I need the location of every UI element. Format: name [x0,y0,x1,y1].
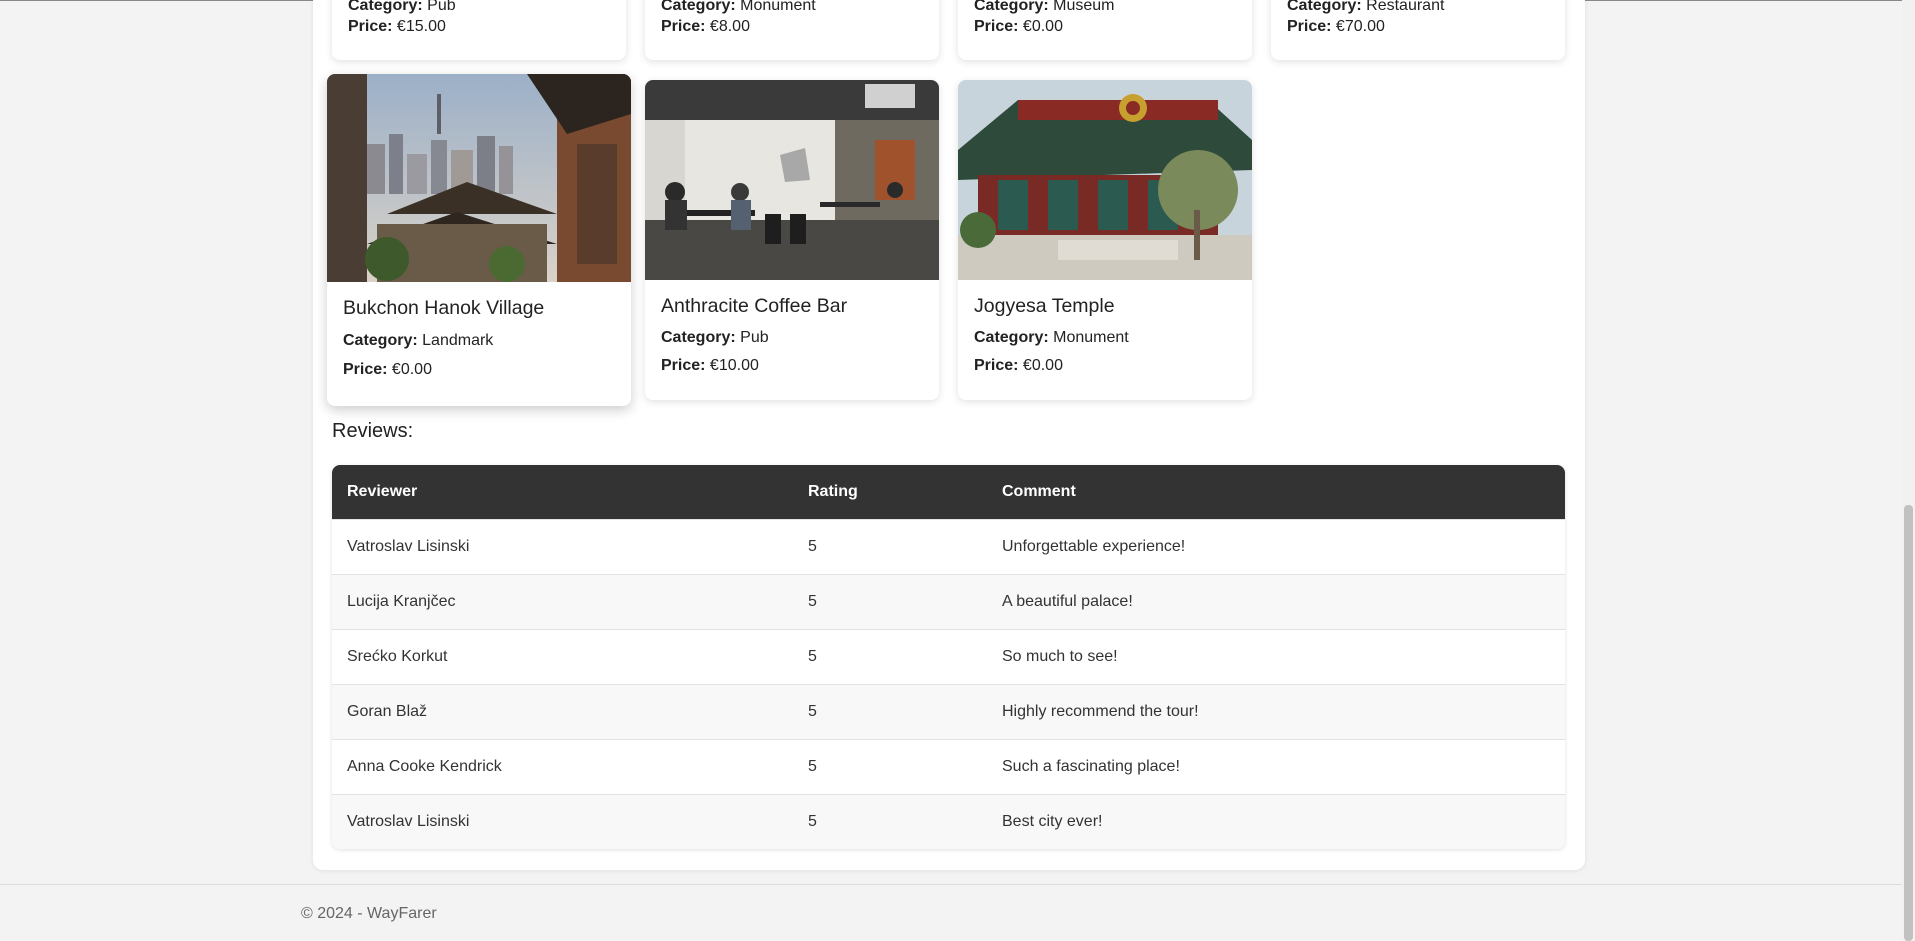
reviewer-cell: Vatroslav Lisinski [332,793,793,849]
rating-cell: 5 [793,573,987,629]
footer-divider [0,884,1902,885]
rating-header: Rating [808,482,858,500]
category-value: Landmark [422,332,494,349]
place-name: Anthracite Coffee Bar [661,295,848,317]
table-header-row: Reviewer Rating Comment [332,465,1565,519]
category-label: Category: [974,0,1049,14]
anthracite-photo [645,80,939,280]
reviews-heading: Reviews: [332,420,414,442]
comment-cell: Such a fascinating place! [987,738,1565,794]
rating-cell: 5 [793,518,987,574]
temple-image [958,80,1252,280]
hanok-village-image [327,74,631,282]
price-value: €10.00 [709,357,759,374]
price-value: €0.00 [1022,18,1063,35]
price-value: €0.00 [1022,357,1063,374]
category-label: Category: [661,0,736,14]
comment-cell: Highly recommend the tour! [987,683,1565,739]
category-value: Restaurant [1366,0,1445,14]
price-label: Price: [348,18,393,35]
place-card[interactable]: Category: Museum Price: €0.00 [958,0,1252,60]
reviewer-cell: Goran Blaž [332,683,793,739]
category-label: Category: [1287,0,1362,14]
bukchon-photo [327,74,631,282]
comment-cell: A beautiful palace! [987,573,1565,629]
rating-cell: 5 [793,683,987,739]
category-value: Pub [740,329,769,346]
category-value: Monument [740,0,816,14]
scrollbar-thumb[interactable] [1904,505,1913,941]
footer-copyright: © 2024 - WayFarer [301,905,437,922]
table-row: Lucija Kranjčec 5 A beautiful palace! [332,573,1565,629]
table-row: Vatroslav Lisinski 5 Best city ever! [332,793,1565,849]
price-label: Price: [343,361,388,378]
jogyesa-photo [958,80,1252,280]
place-card[interactable]: Category: Monument Price: €8.00 [645,0,939,60]
rating-cell: 5 [793,793,987,849]
price-label: Price: [661,357,706,374]
category-value: Pub [427,0,456,14]
reviewer-header: Reviewer [347,482,418,500]
price-label: Price: [661,18,706,35]
comment-cell: So much to see! [987,628,1565,684]
place-card-bukchon[interactable]: Bukchon Hanok Village Category: Landmark… [327,74,631,406]
category-label: Category: [974,329,1049,346]
category-label: Category: [343,332,418,349]
comment-header: Comment [1002,482,1076,500]
price-label: Price: [1287,18,1332,35]
reviews-table: Reviewer Rating Comment Vatroslav Lisins… [332,465,1565,849]
rating-cell: 5 [793,628,987,684]
place-card[interactable]: Category: Restaurant Price: €70.00 [1271,0,1565,60]
rating-cell: 5 [793,738,987,794]
reviewer-cell: Anna Cooke Kendrick [332,738,793,794]
place-name: Jogyesa Temple [974,295,1115,317]
coffee-bar-image [645,80,939,280]
table-row: Goran Blaž 5 Highly recommend the tour! [332,683,1565,739]
reviewer-cell: Vatroslav Lisinski [332,518,793,574]
table-row: Vatroslav Lisinski 5 Unforgettable exper… [332,518,1565,574]
place-card[interactable]: Category: Pub Price: €15.00 [332,0,626,60]
comment-cell: Best city ever! [987,793,1565,849]
table-row: Anna Cooke Kendrick 5 Such a fascinating… [332,738,1565,794]
category-value: Monument [1053,329,1129,346]
category-label: Category: [661,329,736,346]
reviewer-cell: Lucija Kranjčec [332,573,793,629]
place-card-anthracite[interactable]: Anthracite Coffee Bar Category: Pub Pric… [645,80,939,400]
place-name: Bukchon Hanok Village [343,297,545,319]
price-label: Price: [974,18,1019,35]
price-value: €0.00 [391,361,432,378]
table-row: Srećko Korkut 5 So much to see! [332,628,1565,684]
reviewer-cell: Srećko Korkut [332,628,793,684]
price-label: Price: [974,357,1019,374]
price-value: €15.00 [396,18,446,35]
price-value: €8.00 [709,18,750,35]
comment-cell: Unforgettable experience! [987,518,1565,574]
price-value: €70.00 [1335,18,1385,35]
category-label: Category: [348,0,423,14]
category-value: Museum [1053,0,1115,14]
place-card-jogyesa[interactable]: Jogyesa Temple Category: Monument Price:… [958,80,1252,400]
